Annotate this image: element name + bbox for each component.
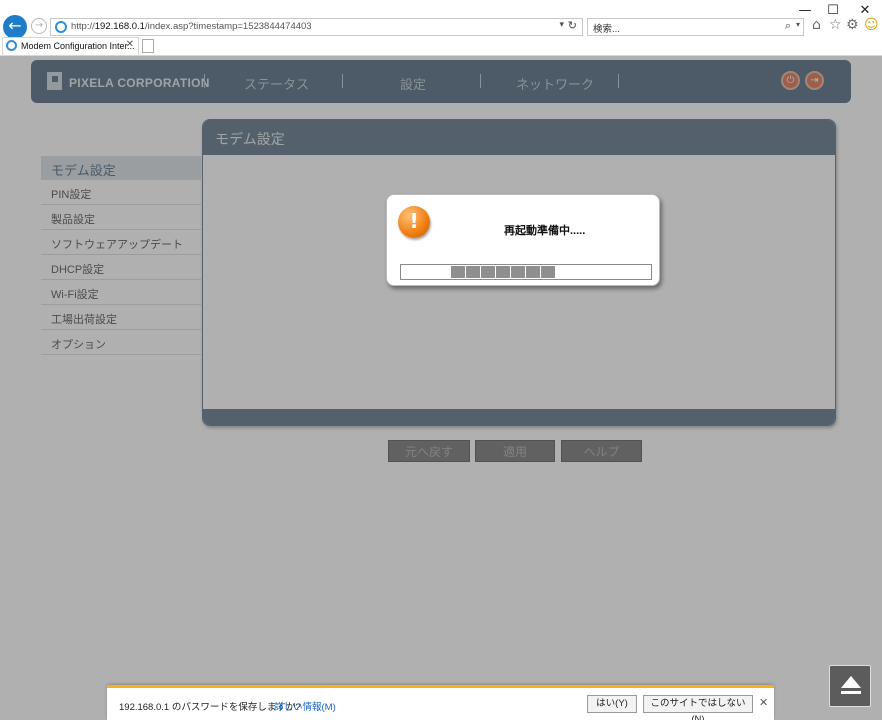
address-dropdown-icon[interactable]: ▾ (559, 20, 564, 30)
url-path: /index.asp?timestamp=1523844474403 (144, 21, 312, 32)
forward-arrow-icon: → (34, 20, 44, 31)
progress-segment (481, 266, 495, 278)
up-arrow-icon (841, 676, 861, 688)
password-save-notification: 192.168.0.1 のパスワードを保存しますか? 詳しい情報(M) はい(Y… (107, 685, 774, 720)
tab-ie-icon (6, 40, 17, 51)
browser-chrome: — ☐ ✕ ← → http://192.168.0.1/index.asp?t… (0, 0, 882, 56)
home-icon[interactable]: ⌂ (812, 17, 821, 33)
search-box[interactable]: 検索... ⌕ ▾ (587, 18, 804, 36)
favorites-star-icon[interactable]: ☆ (829, 17, 842, 33)
url-prefix: http:// (71, 21, 95, 32)
yes-button[interactable]: はい(Y) (587, 695, 637, 713)
new-tab-button[interactable] (142, 39, 154, 53)
search-input[interactable]: 検索... (593, 21, 620, 35)
smiley-feedback-icon[interactable]: ☺ (864, 17, 879, 33)
progress-bar (400, 264, 652, 280)
search-dropdown-icon[interactable]: ▾ (796, 20, 800, 29)
ie-page-icon (55, 21, 67, 33)
address-url[interactable]: http://192.168.0.1/index.asp?timestamp=1… (71, 21, 312, 32)
tab-title: Modem Configuration Inter... (21, 41, 135, 51)
refresh-icon[interactable]: ↻ (568, 19, 577, 32)
tab-close-icon[interactable]: ✕ (126, 39, 134, 50)
progress-segment (526, 266, 540, 278)
browser-tab[interactable]: Modem Configuration Inter... ✕ (2, 37, 139, 55)
page-content: PIXELA CORPORATION ステータス 設定 ネットワーク ⏻ ⇥ モ… (0, 56, 882, 720)
up-bar-icon (841, 691, 861, 694)
notification-close-icon[interactable]: ✕ (759, 696, 768, 709)
forward-button[interactable]: → (31, 18, 47, 34)
modal-overlay (0, 56, 882, 720)
progress-segment (496, 266, 510, 278)
scroll-to-top-button[interactable] (829, 665, 871, 707)
reboot-dialog: ! 再起動準備中..... (386, 194, 660, 286)
progress-segment (451, 266, 465, 278)
back-arrow-icon: ← (8, 16, 22, 35)
settings-gear-icon[interactable]: ⚙ (846, 17, 859, 33)
back-button[interactable]: ← (3, 15, 27, 39)
progress-segment (511, 266, 525, 278)
more-info-link[interactable]: 詳しい情報(M) (274, 699, 336, 713)
dialog-message: 再起動準備中..... (504, 225, 586, 237)
search-icon[interactable]: ⌕ (785, 19, 791, 33)
address-bar[interactable]: http://192.168.0.1/index.asp?timestamp=1… (50, 18, 583, 36)
url-host: 192.168.0.1 (94, 21, 145, 32)
minimize-button[interactable]: — (790, 3, 820, 18)
close-window-button[interactable]: ✕ (850, 3, 880, 18)
progress-segment (466, 266, 480, 278)
warning-icon: ! (398, 206, 430, 238)
not-for-this-site-button[interactable]: このサイトではしない(N) (643, 695, 753, 720)
progress-segment (541, 266, 555, 278)
maximize-button[interactable]: ☐ (818, 3, 848, 18)
